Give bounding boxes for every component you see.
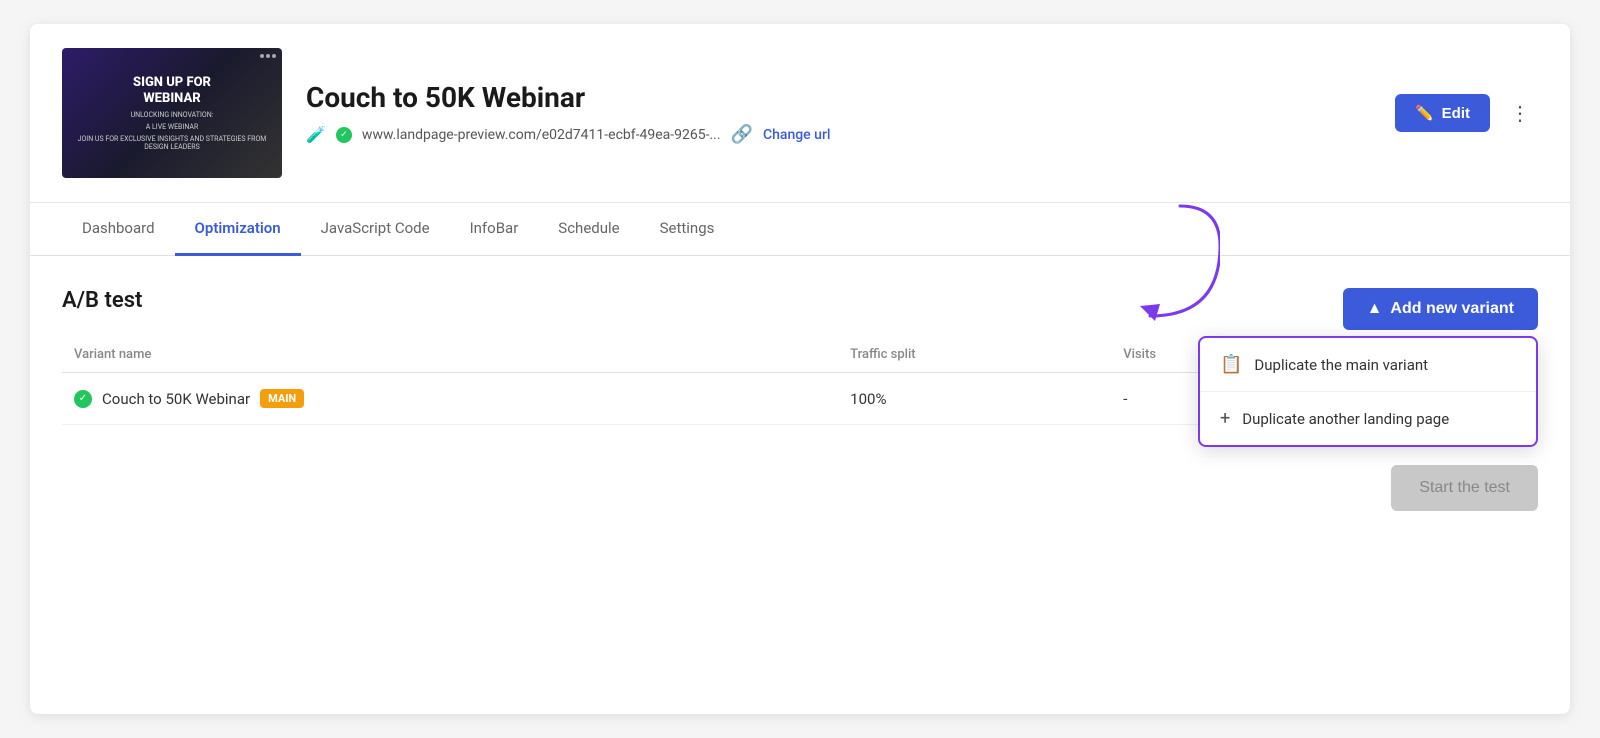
duplicate-main-label: Duplicate the main variant — [1254, 356, 1428, 374]
copy-icon: 📋 — [1220, 354, 1242, 375]
ab-test-title: A/B test — [62, 288, 1538, 313]
plus-icon: + — [1220, 408, 1230, 429]
variant-name-cell: ✓ Couch to 50K Webinar MAIN — [62, 373, 838, 425]
duplicate-main-variant-item[interactable]: 📋 Duplicate the main variant — [1200, 338, 1536, 392]
thumbnail-subtitle-line4: A LIVE WEBINAR — [146, 123, 199, 131]
col-traffic-split: Traffic split — [838, 337, 1111, 373]
tab-optimization[interactable]: Optimization — [175, 203, 301, 256]
add-variant-dropdown: 📋 Duplicate the main variant + Duplicate… — [1198, 336, 1538, 447]
link-icon[interactable]: 🔗 — [731, 124, 753, 145]
variant-name: Couch to 50K Webinar — [102, 390, 250, 408]
thumbnail-subtitle-line5: JOIN US FOR EXCLUSIVE INSIGHTS AND STRAT… — [72, 135, 272, 151]
tab-infobar[interactable]: InfoBar — [450, 203, 539, 256]
start-test-button[interactable]: Start the test — [1391, 465, 1538, 511]
tab-schedule[interactable]: Schedule — [538, 203, 639, 256]
more-options-button[interactable]: ⋮ — [1502, 97, 1538, 130]
chevron-up-icon: ▲ — [1367, 300, 1383, 318]
flask-icon: 🧪 — [306, 125, 326, 144]
page-header: SIGN UP FOR WEBINAR UNLOCKING INNOVATION… — [30, 24, 1570, 203]
page-thumbnail[interactable]: SIGN UP FOR WEBINAR UNLOCKING INNOVATION… — [62, 48, 282, 178]
main-badge: MAIN — [260, 389, 304, 408]
page-title: Couch to 50K Webinar — [306, 81, 1371, 114]
edit-label: Edit — [1442, 105, 1470, 122]
tab-settings[interactable]: Settings — [640, 203, 735, 256]
edit-button[interactable]: ✏️ Edit — [1395, 94, 1490, 132]
thumbnail-subtitle-line3: UNLOCKING INNOVATION: — [131, 111, 214, 119]
edit-pencil-icon: ✏️ — [1415, 104, 1434, 122]
add-variant-label: Add new variant — [1390, 300, 1514, 318]
tab-dashboard[interactable]: Dashboard — [62, 203, 175, 256]
col-variant-name: Variant name — [62, 337, 838, 373]
thumbnail-title-line2: WEBINAR — [143, 91, 200, 107]
add-variant-button[interactable]: ▲ Add new variant — [1343, 288, 1538, 330]
duplicate-landing-page-item[interactable]: + Duplicate another landing page — [1200, 392, 1536, 445]
main-content: A/B test ▲ Add new variant Variant name … — [30, 256, 1570, 543]
status-active-dot: ✓ — [336, 127, 352, 143]
header-actions: ✏️ Edit ⋮ — [1395, 94, 1538, 132]
change-url-button[interactable]: Change url — [763, 127, 830, 143]
traffic-split-cell: 100% — [838, 373, 1111, 425]
tabs-nav: Dashboard Optimization JavaScript Code I… — [30, 203, 1570, 256]
duplicate-landing-page-label: Duplicate another landing page — [1242, 410, 1449, 428]
thumbnail-title-line1: SIGN UP FOR — [133, 75, 211, 91]
active-status-icon: ✓ — [74, 390, 92, 408]
header-info: Couch to 50K Webinar 🧪 ✓ www.landpage-pr… — [306, 81, 1371, 145]
tab-javascript-code[interactable]: JavaScript Code — [301, 203, 450, 256]
url-row: 🧪 ✓ www.landpage-preview.com/e02d7411-ec… — [306, 124, 1371, 145]
page-url: www.landpage-preview.com/e02d7411-ecbf-4… — [362, 127, 721, 143]
